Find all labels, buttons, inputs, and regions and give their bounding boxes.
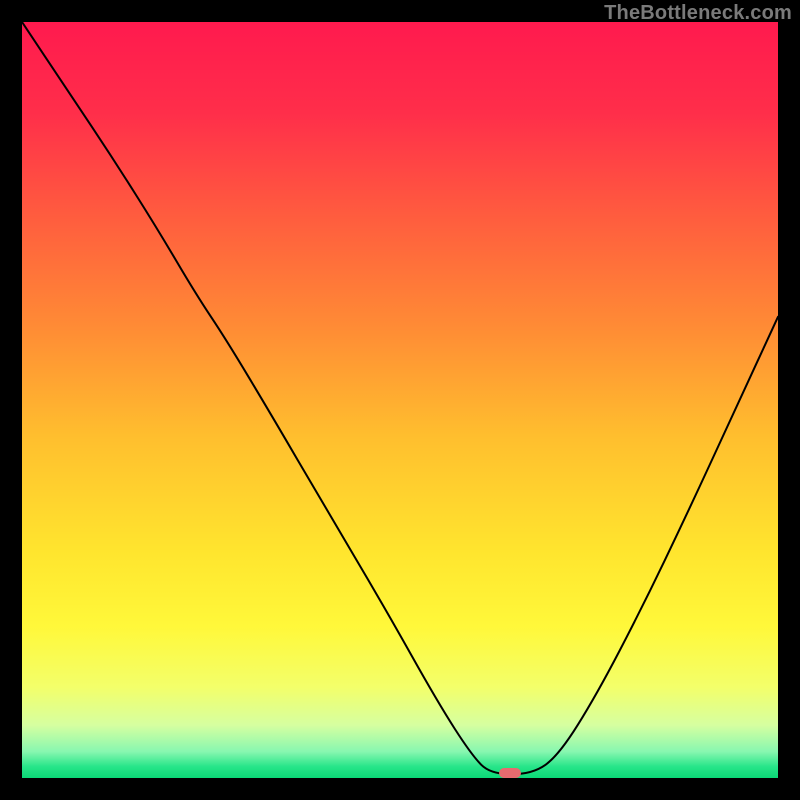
chart-container: TheBottleneck.com <box>0 0 800 800</box>
optimal-marker <box>499 768 521 778</box>
bottleneck-curve <box>22 22 778 778</box>
watermark-text: TheBottleneck.com <box>604 2 792 25</box>
plot-area <box>22 22 778 778</box>
